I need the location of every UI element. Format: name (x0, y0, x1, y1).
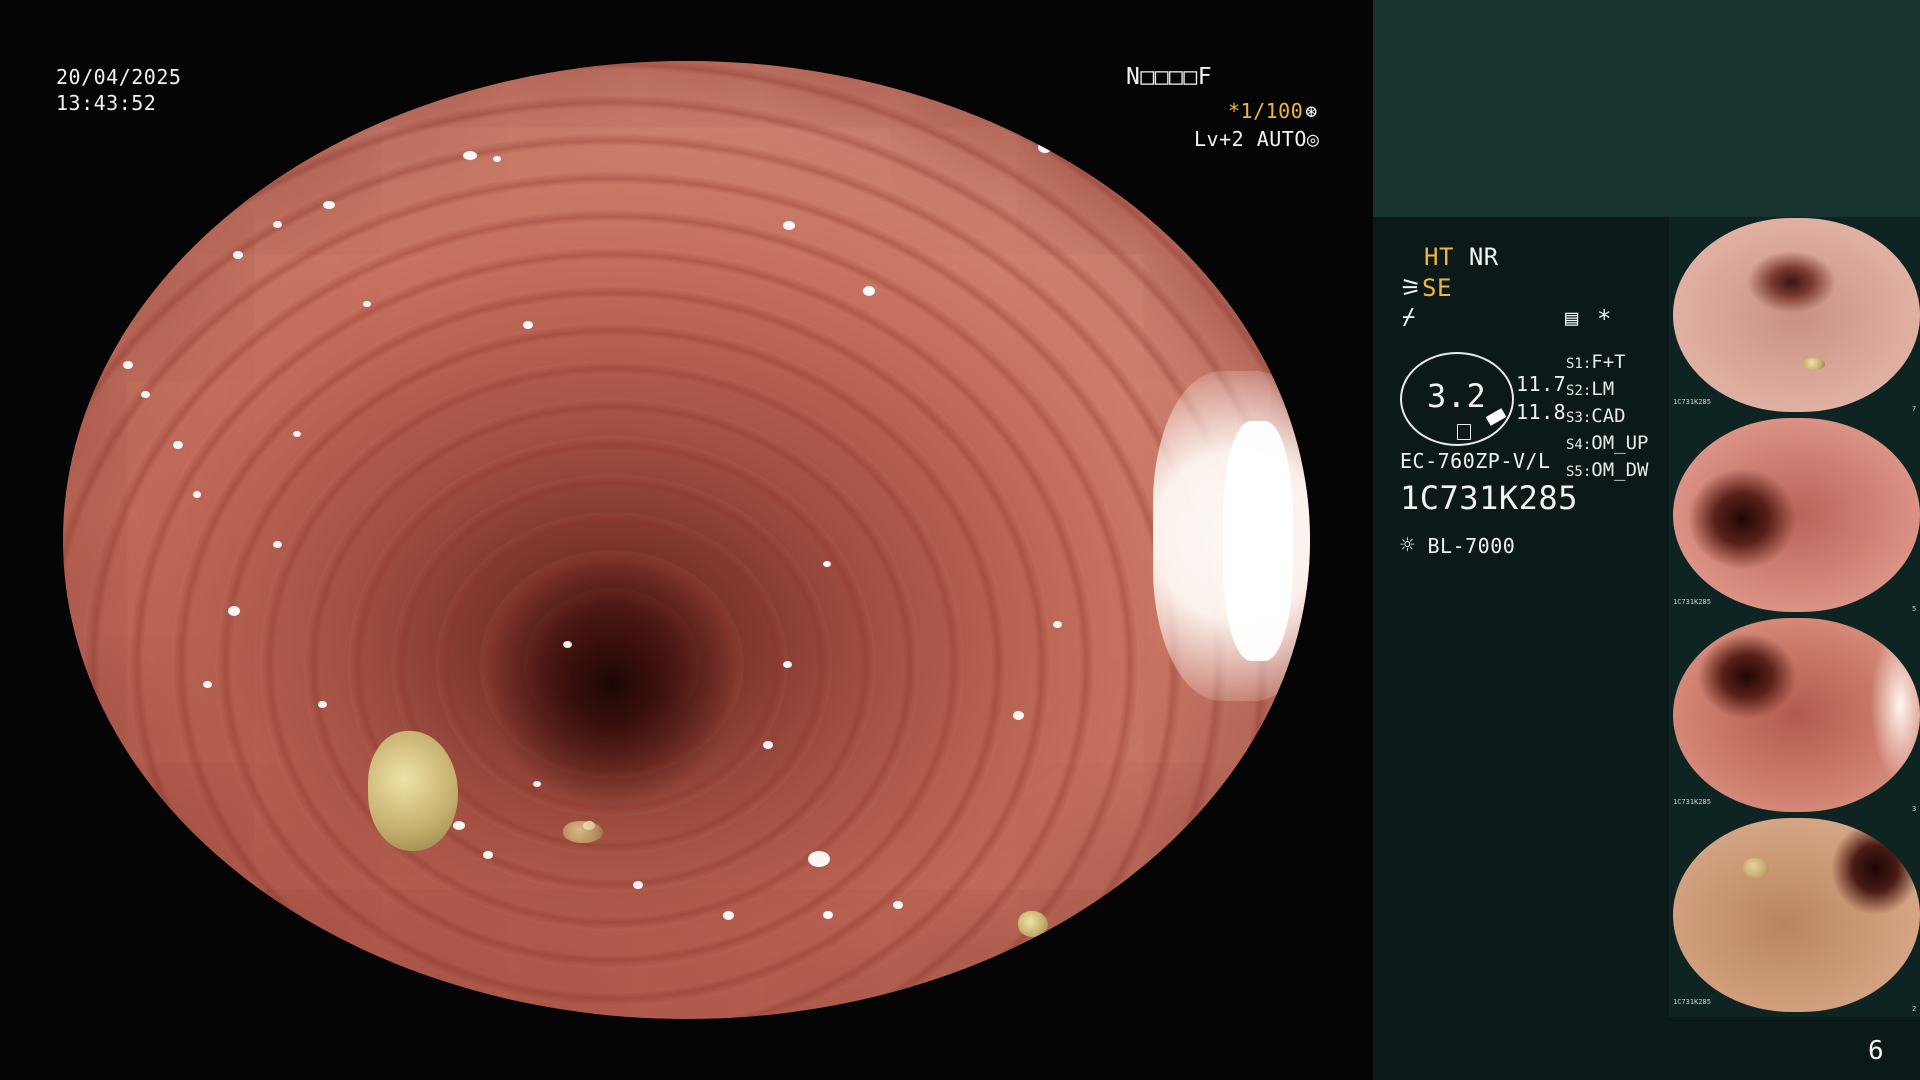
se-setting: ⚞SE (1400, 275, 1452, 301)
s-mode-label: CAD (1591, 405, 1626, 427)
shutter-value: *1/100 (1228, 99, 1304, 123)
value-a: 11.7 (1516, 372, 1567, 396)
value-b: 11.8 (1516, 400, 1567, 424)
thumbnail-4-index: 2 (1912, 1005, 1917, 1013)
thumbnail-2-label: 1C731K285 (1673, 598, 1711, 606)
s-mode-label: OM_DW (1591, 459, 1649, 481)
s-mode-list: S1:F+T S2:LM S3:CAD S4:OM_UP S5:OM_DW (1566, 350, 1649, 485)
s-mode-key: S4 (1566, 437, 1583, 453)
thumbnail-1-index: 7 (1912, 405, 1917, 413)
patient-code: N□□□□F (1126, 64, 1213, 90)
thumbnail-2-index: 5 (1912, 605, 1917, 613)
page-number: 6 (1868, 1036, 1885, 1066)
structure-icon: ⌿ (1402, 305, 1416, 330)
s-mode-key: S2 (1566, 383, 1583, 399)
thumbnail-1-label: 1C731K285 (1673, 398, 1711, 406)
thumbnail-3[interactable] (1673, 618, 1920, 812)
exam-date: 20/04/2025 (56, 65, 182, 89)
s-mode-key: S3 (1566, 410, 1583, 426)
thumbnail-2[interactable] (1673, 418, 1920, 612)
auto-icon: ◎ (1306, 127, 1320, 151)
s-mode-key: S1 (1566, 356, 1583, 372)
menu-icon: ▤ (1565, 306, 1579, 331)
s-mode-item: S4:OM_UP (1566, 432, 1649, 454)
star-marker: * (1597, 305, 1612, 333)
endoscopy-main-view (63, 61, 1310, 1019)
thumbnail-4-label: 1C731K285 (1673, 998, 1711, 1006)
level-mode: Lv+2 AUTO◎ (1194, 126, 1319, 152)
scope-serial: 1C731K285 (1400, 479, 1578, 517)
s-mode-item: S2:LM (1566, 378, 1615, 400)
ht-label: HT (1424, 243, 1454, 271)
thumbnail-1[interactable] (1673, 218, 1920, 412)
s-mode-item: S3:CAD (1566, 405, 1626, 427)
size-marker-icon (1457, 424, 1471, 440)
scope-icon: ⚞ (1400, 274, 1423, 302)
aperture-icon: ⊛ (1305, 99, 1318, 123)
nr-label: NR (1468, 243, 1499, 271)
s-mode-item: S1:F+T (1566, 351, 1626, 373)
mode-value: AUTO (1256, 127, 1307, 151)
thumbnail-3-label: 1C731K285 (1673, 798, 1711, 806)
size-value: 3.2 (1427, 377, 1487, 415)
processing-settings: HT NR (1424, 244, 1499, 270)
light-source-value: BL-7000 (1427, 534, 1516, 558)
s-mode-item: S5:OM_DW (1566, 459, 1649, 481)
exam-time: 13:43:52 (56, 91, 157, 115)
s-mode-label: OM_UP (1591, 432, 1649, 454)
light-source: ☼ BL-7000 (1400, 532, 1515, 559)
scope-model: EC-760ZP-V/L (1400, 449, 1551, 473)
se-label: SE (1422, 274, 1452, 302)
info-panel-header (1373, 0, 1920, 217)
level-value: Lv+2 (1194, 127, 1245, 151)
s-mode-label: F+T (1591, 351, 1626, 373)
thumbnail-4[interactable] (1673, 818, 1920, 1012)
shutter-speed: *1/100 ⊛ (1228, 98, 1318, 124)
thumbnail-3-index: 3 (1912, 805, 1917, 813)
light-source-icon: ☼ (1400, 531, 1415, 559)
s-mode-label: LM (1591, 378, 1615, 400)
